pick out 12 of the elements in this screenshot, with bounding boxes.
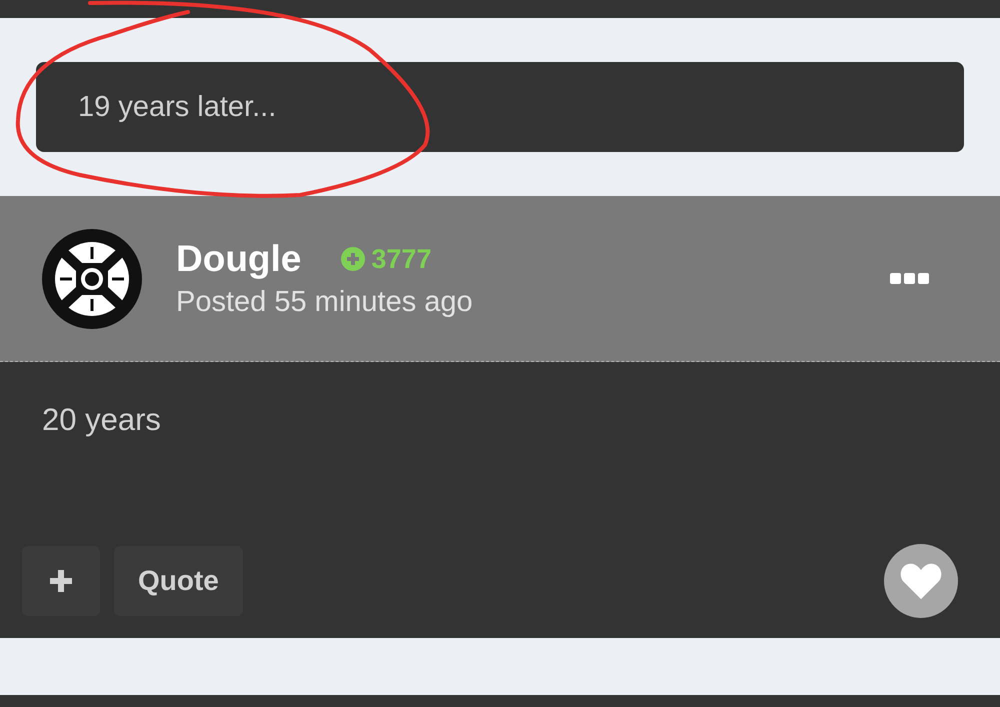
event-banner: 19 years later...: [36, 62, 964, 152]
quote-button[interactable]: Quote: [114, 546, 243, 616]
post-time: Posted 55 minutes ago: [176, 286, 474, 319]
more-icon[interactable]: [890, 272, 930, 284]
author-name[interactable]: Dougle: [176, 238, 302, 280]
avatar[interactable]: [42, 228, 142, 328]
plus-icon: [48, 568, 74, 594]
reputation: 3777: [341, 244, 432, 274]
plus-circle-icon: [341, 247, 366, 271]
add-button[interactable]: [22, 546, 100, 616]
post-body: 20 years: [42, 402, 161, 438]
heart-icon: [899, 561, 943, 601]
